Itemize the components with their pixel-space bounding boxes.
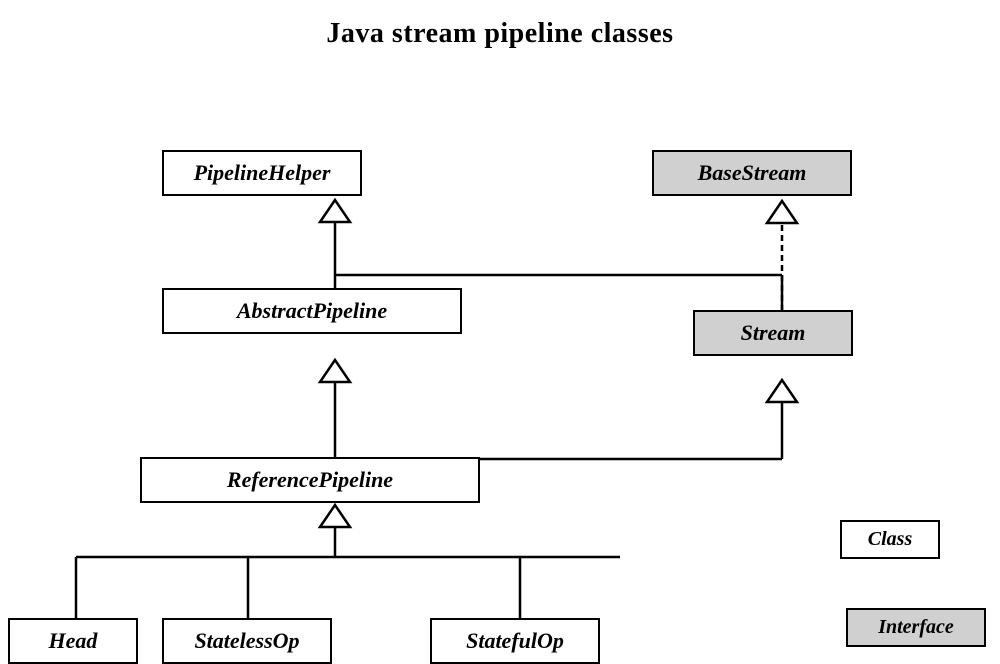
- legend-class-box: Class: [840, 520, 940, 559]
- statelessop-box: StatelessOp: [162, 618, 332, 664]
- page-title: Java stream pipeline classes: [0, 0, 1000, 60]
- head-box: Head: [8, 618, 138, 664]
- legend-interface-box: Interface: [846, 608, 986, 647]
- basestream-box: BaseStream: [652, 150, 852, 196]
- abstractpipeline-box: AbstractPipeline: [162, 288, 462, 334]
- pipelinehelper-box: PipelineHelper: [162, 150, 362, 196]
- statefulop-box: StatefulOp: [430, 618, 600, 664]
- referencepipeline-box: ReferencePipeline: [140, 457, 480, 503]
- stream-box: Stream: [693, 310, 853, 356]
